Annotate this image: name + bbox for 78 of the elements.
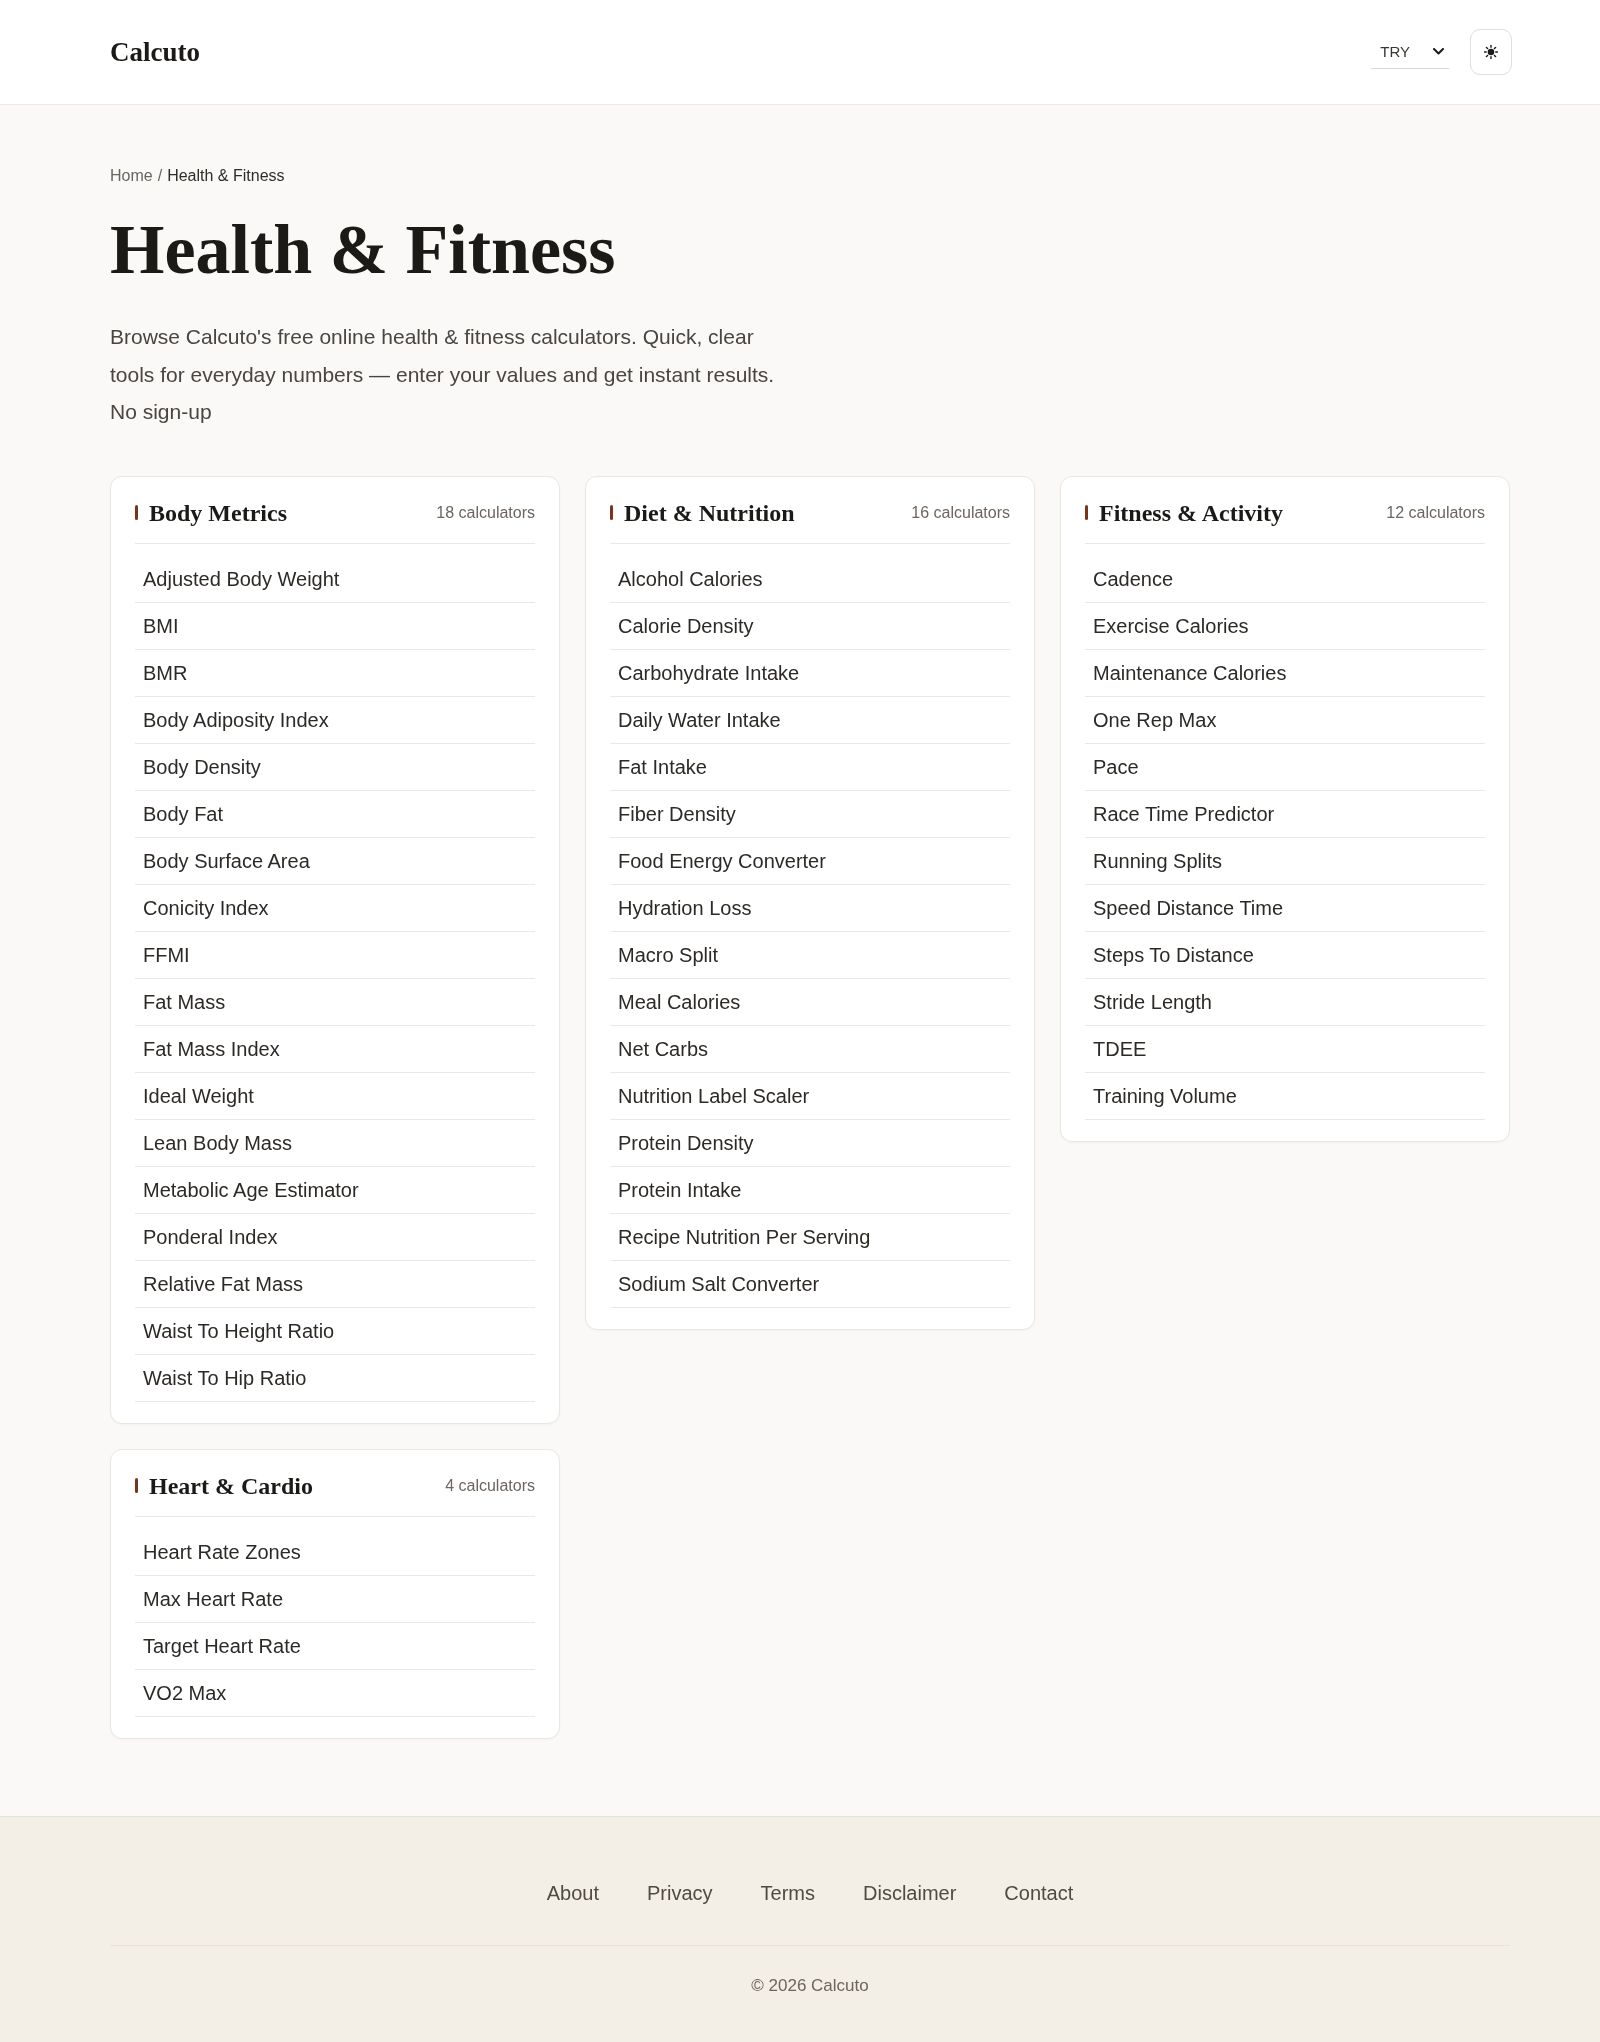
calculator-link[interactable]: BMR	[135, 649, 535, 697]
calculator-link[interactable]: Conicity Index	[135, 884, 535, 932]
calculator-count: 18 calculators	[436, 502, 535, 523]
calculator-link[interactable]: Fat Intake	[610, 743, 1010, 791]
breadcrumb-separator: /	[157, 166, 163, 186]
currency-select[interactable]: TRY	[1371, 35, 1449, 69]
calculator-link[interactable]: Recipe Nutrition Per Serving	[610, 1213, 1010, 1261]
calculator-link[interactable]: Fat Mass	[135, 978, 535, 1026]
calculator-link[interactable]: Macro Split	[610, 931, 1010, 979]
footer-link[interactable]: About	[546, 1879, 599, 1907]
calculator-link[interactable]: Meal Calories	[610, 978, 1010, 1026]
intro-text: Browse Calcuto's free online health & fitness calculators. Quick, clear tools for everyday numbers — enter your values and get instant results. No sign-up	[110, 324, 776, 425]
footer-link[interactable]: Contact	[1004, 1879, 1074, 1907]
calculator-count: 4 calculators	[445, 1475, 535, 1496]
calculator-link[interactable]: Target Heart Rate	[135, 1622, 535, 1670]
category-title: Fitness & Activity	[1099, 498, 1283, 527]
calculator-link[interactable]: Fiber Density	[610, 790, 1010, 838]
calculator-link[interactable]: Calorie Density	[610, 602, 1010, 650]
calculator-link[interactable]: Exercise Calories	[1085, 602, 1485, 650]
calculator-link[interactable]: One Rep Max	[1085, 696, 1485, 744]
calculator-link[interactable]: Race Time Predictor	[1085, 790, 1485, 838]
calculator-link[interactable]: Body Adiposity Index	[135, 696, 535, 744]
breadcrumb-link[interactable]: Home	[110, 164, 153, 188]
page-title: Health & Fitness	[110, 210, 617, 289]
calculator-link[interactable]: BMI	[135, 602, 535, 650]
calculator-link[interactable]: Carbohydrate Intake	[610, 649, 1010, 697]
calculator-link[interactable]: TDEE	[1085, 1025, 1485, 1073]
accent-bar-icon	[610, 505, 613, 520]
chevron-down-icon	[1433, 48, 1444, 55]
calculator-link[interactable]: Speed Distance Time	[1085, 884, 1485, 932]
calculator-link[interactable]: Relative Fat Mass	[135, 1260, 535, 1308]
calculator-link[interactable]: Waist To Height Ratio	[135, 1307, 535, 1355]
calculator-link[interactable]: Training Volume	[1085, 1072, 1485, 1120]
category-title: Diet & Nutrition	[624, 498, 795, 527]
calculator-link[interactable]: Body Density	[135, 743, 535, 791]
sun-icon	[1484, 45, 1498, 59]
calculator-link[interactable]: Stride Length	[1085, 978, 1485, 1026]
category-title: Heart & Cardio	[149, 1471, 313, 1500]
footer-link[interactable]: Terms	[760, 1879, 815, 1907]
calculator-link[interactable]: Hydration Loss	[610, 884, 1010, 932]
calculator-link[interactable]: Pace	[1085, 743, 1485, 791]
calculator-link[interactable]: Ponderal Index	[135, 1213, 535, 1261]
calculator-link[interactable]: Sodium Salt Converter	[610, 1260, 1010, 1308]
copyright-text: © 2026 Calcuto	[751, 1975, 869, 1997]
calculator-link[interactable]: Nutrition Label Scaler	[610, 1072, 1010, 1120]
footer-link[interactable]: Privacy	[646, 1879, 713, 1907]
calculator-link[interactable]: Daily Water Intake	[610, 696, 1010, 744]
calculator-link[interactable]: Metabolic Age Estimator	[135, 1166, 535, 1214]
accent-bar-icon	[135, 1478, 138, 1493]
calculator-link[interactable]: Protein Intake	[610, 1166, 1010, 1214]
accent-bar-icon	[1085, 505, 1088, 520]
calculator-link[interactable]: Ideal Weight	[135, 1072, 535, 1120]
calculator-link[interactable]: Maintenance Calories	[1085, 649, 1485, 697]
calculator-count: 12 calculators	[1386, 502, 1485, 523]
calculator-link[interactable]: Max Heart Rate	[135, 1575, 535, 1623]
calculator-link[interactable]: VO2 Max	[135, 1669, 535, 1717]
calculator-link[interactable]: Fat Mass Index	[135, 1025, 535, 1073]
calculator-link[interactable]: Alcohol Calories	[610, 555, 1010, 603]
calculator-link[interactable]: Food Energy Converter	[610, 837, 1010, 885]
calculator-link[interactable]: Adjusted Body Weight	[135, 555, 535, 603]
calculator-count: 16 calculators	[911, 502, 1010, 523]
calculator-link[interactable]: FFMI	[135, 931, 535, 979]
calculator-link[interactable]: Protein Density	[610, 1119, 1010, 1167]
footer-link[interactable]: Disclaimer	[863, 1879, 957, 1907]
calculator-link[interactable]: Cadence	[1085, 555, 1485, 603]
calculator-link[interactable]: Lean Body Mass	[135, 1119, 535, 1167]
theme-toggle-button[interactable]	[1470, 29, 1512, 75]
calculator-link[interactable]: Body Fat	[135, 790, 535, 838]
calculator-link[interactable]: Net Carbs	[610, 1025, 1010, 1073]
breadcrumb-current: Health & Fitness	[167, 166, 285, 186]
accent-bar-icon	[135, 505, 138, 520]
calculator-link[interactable]: Waist To Hip Ratio	[135, 1354, 535, 1402]
calculator-link[interactable]: Body Surface Area	[135, 837, 535, 885]
category-title: Body Metrics	[149, 498, 287, 527]
calculator-link[interactable]: Running Splits	[1085, 837, 1485, 885]
calculator-link[interactable]: Heart Rate Zones	[135, 1528, 535, 1576]
calculator-link[interactable]: Steps To Distance	[1085, 931, 1485, 979]
site-logo[interactable]: Calcuto	[110, 35, 200, 69]
